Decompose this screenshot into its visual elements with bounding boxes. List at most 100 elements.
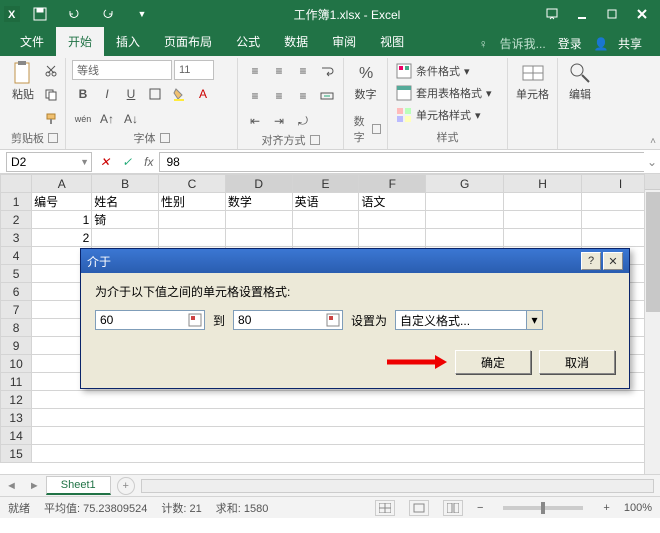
border-button[interactable] bbox=[144, 83, 166, 105]
cell[interactable] bbox=[32, 445, 660, 463]
cell[interactable] bbox=[426, 193, 504, 211]
cell[interactable]: 1 bbox=[32, 211, 92, 229]
cell[interactable]: 语文 bbox=[359, 193, 426, 211]
cell[interactable] bbox=[359, 211, 426, 229]
row-header[interactable]: 14 bbox=[1, 427, 32, 445]
paste-button[interactable]: 粘贴 bbox=[10, 60, 36, 102]
col-header[interactable]: C bbox=[159, 175, 226, 193]
italic-button[interactable]: I bbox=[96, 83, 118, 105]
cell[interactable] bbox=[32, 427, 660, 445]
phonetic-button[interactable]: wén bbox=[72, 108, 94, 130]
row-header[interactable]: 9 bbox=[1, 337, 32, 355]
col-header[interactable]: B bbox=[92, 175, 159, 193]
col-header[interactable]: H bbox=[504, 175, 582, 193]
qat-customize-icon[interactable]: ▼ bbox=[128, 2, 156, 26]
formula-input[interactable]: 98 bbox=[159, 152, 644, 172]
cell[interactable]: 编号 bbox=[32, 193, 92, 211]
row-header[interactable]: 15 bbox=[1, 445, 32, 463]
cell[interactable] bbox=[32, 409, 660, 427]
cell[interactable] bbox=[292, 229, 359, 247]
sheet-tab[interactable]: Sheet1 bbox=[46, 476, 111, 495]
row-header[interactable]: 6 bbox=[1, 283, 32, 301]
col-header[interactable]: E bbox=[292, 175, 359, 193]
maximize-button[interactable] bbox=[598, 2, 626, 26]
cell[interactable] bbox=[225, 229, 292, 247]
qat-undo-icon[interactable] bbox=[60, 2, 88, 26]
row-header[interactable]: 8 bbox=[1, 319, 32, 337]
cell[interactable] bbox=[159, 229, 226, 247]
orientation-icon[interactable]: ⤾ bbox=[292, 110, 314, 132]
wrap-text-icon[interactable] bbox=[316, 60, 338, 82]
select-all-corner[interactable] bbox=[1, 175, 32, 193]
copy-icon[interactable] bbox=[40, 84, 62, 106]
zoom-out-button[interactable]: − bbox=[477, 502, 483, 514]
tellme-button[interactable]: 告诉我... bbox=[494, 31, 552, 56]
fill-color-button[interactable] bbox=[168, 83, 190, 105]
cancel-formula-icon[interactable]: ✕ bbox=[94, 155, 116, 169]
cell[interactable] bbox=[92, 229, 159, 247]
row-header[interactable]: 4 bbox=[1, 247, 32, 265]
tab-formula[interactable]: 公式 bbox=[224, 27, 272, 56]
conditional-format-button[interactable]: 条件格式 ▾ bbox=[394, 62, 472, 80]
decrease-font-icon[interactable]: A↓ bbox=[120, 108, 142, 130]
row-header[interactable]: 3 bbox=[1, 229, 32, 247]
tab-file[interactable]: 文件 bbox=[8, 27, 56, 56]
to-input[interactable]: 80 bbox=[233, 310, 343, 330]
cell[interactable]: 2 bbox=[32, 229, 92, 247]
align-bottom-icon[interactable]: ≡ bbox=[292, 60, 314, 82]
row-header[interactable]: 5 bbox=[1, 265, 32, 283]
format-painter-icon[interactable] bbox=[40, 108, 62, 130]
cell[interactable]: 性别 bbox=[159, 193, 226, 211]
bold-button[interactable]: B bbox=[72, 83, 94, 105]
align-middle-icon[interactable]: ≡ bbox=[268, 60, 290, 82]
tab-layout[interactable]: 页面布局 bbox=[152, 27, 224, 56]
cell[interactable] bbox=[359, 229, 426, 247]
cell[interactable] bbox=[504, 211, 582, 229]
col-header[interactable]: F bbox=[359, 175, 426, 193]
tab-home[interactable]: 开始 bbox=[56, 27, 104, 56]
range-picker-icon[interactable] bbox=[326, 313, 340, 327]
font-launcher[interactable] bbox=[160, 133, 170, 143]
row-header[interactable]: 11 bbox=[1, 373, 32, 391]
tab-data[interactable]: 数据 bbox=[272, 27, 320, 56]
underline-button[interactable]: U bbox=[120, 83, 142, 105]
cell[interactable] bbox=[225, 211, 292, 229]
cell[interactable]: 英语 bbox=[292, 193, 359, 211]
cancel-button[interactable]: 取消 bbox=[539, 350, 615, 374]
row-header[interactable]: 1 bbox=[1, 193, 32, 211]
zoom-slider[interactable] bbox=[503, 506, 583, 510]
fx-button[interactable]: fx bbox=[138, 155, 159, 169]
col-header[interactable]: A bbox=[32, 175, 92, 193]
cell[interactable]: 姓名 bbox=[92, 193, 159, 211]
enter-formula-icon[interactable]: ✓ bbox=[116, 155, 138, 169]
row-header[interactable]: 7 bbox=[1, 301, 32, 319]
tab-review[interactable]: 审阅 bbox=[320, 27, 368, 56]
add-sheet-button[interactable]: + bbox=[117, 477, 135, 495]
font-name-dropdown[interactable]: 等线 bbox=[72, 60, 172, 80]
align-top-icon[interactable]: ≡ bbox=[244, 60, 266, 82]
ribbon-options-icon[interactable] bbox=[538, 2, 566, 26]
format-as-table-button[interactable]: 套用表格格式 ▾ bbox=[394, 84, 494, 102]
view-normal-button[interactable] bbox=[375, 500, 395, 516]
cell[interactable] bbox=[32, 391, 660, 409]
align-left-icon[interactable]: ≡ bbox=[244, 85, 266, 107]
from-input[interactable]: 60 bbox=[95, 310, 205, 330]
cell[interactable] bbox=[292, 211, 359, 229]
share-button[interactable]: 👤 共享 bbox=[588, 31, 654, 56]
dropdown-icon[interactable]: ▾ bbox=[526, 311, 542, 329]
cell[interactable] bbox=[426, 229, 504, 247]
zoom-in-button[interactable]: + bbox=[603, 502, 609, 514]
col-header[interactable]: D bbox=[225, 175, 292, 193]
font-color-button[interactable]: A bbox=[192, 83, 214, 105]
merge-center-icon[interactable] bbox=[316, 85, 338, 107]
zoom-level[interactable]: 100% bbox=[624, 502, 652, 514]
view-page-break-button[interactable] bbox=[443, 500, 463, 516]
cell[interactable] bbox=[504, 193, 582, 211]
format-select[interactable]: 自定义格式...▾ bbox=[395, 310, 543, 330]
tab-view[interactable]: 视图 bbox=[368, 27, 416, 56]
cell[interactable] bbox=[504, 229, 582, 247]
row-header[interactable]: 2 bbox=[1, 211, 32, 229]
row-header[interactable]: 10 bbox=[1, 355, 32, 373]
number-format-button[interactable]: % 数字 bbox=[350, 60, 381, 102]
dialog-help-button[interactable]: ? bbox=[581, 252, 601, 270]
